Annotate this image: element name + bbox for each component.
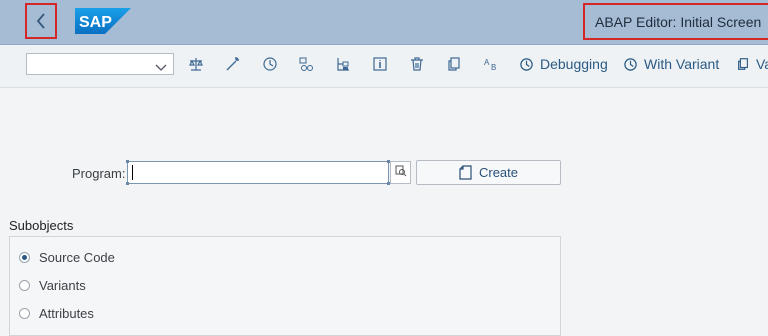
radio-label: Attributes [39, 306, 94, 321]
subobjects-title: Subobjects [9, 218, 74, 233]
copy-icon[interactable] [445, 55, 463, 73]
info-icon[interactable] [371, 55, 389, 73]
application-toolbar: AB Debugging With Variant Va [0, 45, 768, 88]
radio-variants[interactable]: Variants [19, 278, 86, 293]
chevron-left-icon [36, 13, 46, 29]
with-variant-button[interactable]: With Variant [623, 54, 719, 74]
sap-logo-text: SAP [79, 14, 112, 31]
balance-icon[interactable] [187, 55, 205, 73]
radio-attributes[interactable]: Attributes [19, 306, 94, 321]
sap-logo: SAP [75, 8, 131, 34]
variants-button[interactable]: Va [736, 54, 768, 74]
clock-icon[interactable] [261, 55, 279, 73]
command-dropdown[interactable] [26, 53, 174, 75]
radio-label: Source Code [39, 250, 115, 265]
program-input[interactable] [126, 160, 390, 185]
with-variant-label: With Variant [644, 56, 720, 72]
magic-wand-icon[interactable] [224, 55, 242, 73]
svg-text:A: A [484, 58, 490, 67]
spell-check-icon[interactable]: AB [482, 55, 500, 73]
radio-label: Variants [39, 278, 86, 293]
program-label: Program: [72, 166, 126, 181]
text-caret [132, 165, 133, 180]
value-help-button[interactable] [390, 161, 411, 184]
resize-handle [126, 182, 129, 185]
create-button[interactable]: Create [416, 160, 561, 185]
debugging-label: Debugging [540, 56, 608, 72]
clock-icon [623, 57, 638, 72]
resize-handle [126, 160, 129, 163]
delete-icon[interactable] [408, 55, 426, 73]
copy-icon [736, 57, 750, 71]
search-icon [395, 164, 407, 182]
chevron-down-icon [155, 59, 167, 77]
radio-source-code[interactable]: Source Code [19, 250, 115, 265]
svg-text:B: B [491, 63, 496, 72]
radio-button[interactable] [19, 308, 30, 319]
new-document-icon [459, 165, 472, 180]
hierarchy-icon[interactable] [334, 55, 352, 73]
debugging-button[interactable]: Debugging [519, 54, 608, 74]
shell-bar: SAP ABAP Editor: Initial Screen [0, 0, 768, 45]
clock-icon [519, 57, 534, 72]
radio-button[interactable] [19, 280, 30, 291]
where-used-icon[interactable] [297, 55, 315, 73]
variants-label: Va [756, 56, 768, 72]
page-title: ABAP Editor: Initial Screen [583, 3, 768, 40]
create-label: Create [478, 165, 519, 180]
back-button[interactable] [25, 3, 57, 39]
radio-button[interactable] [19, 252, 30, 263]
